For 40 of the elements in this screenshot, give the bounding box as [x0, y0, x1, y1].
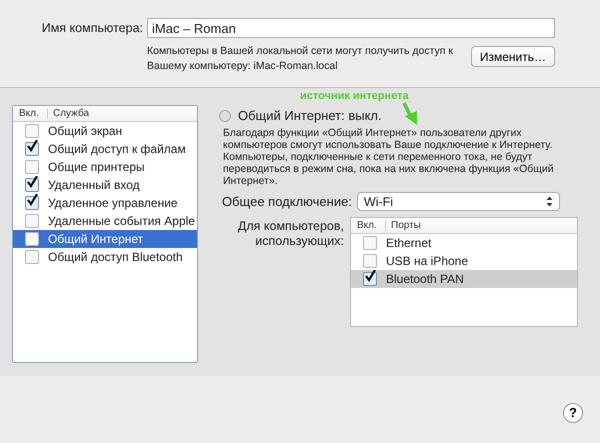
- checkbox[interactable]: [363, 272, 377, 286]
- checkbox[interactable]: [25, 196, 39, 210]
- name-field[interactable]: iMac – Roman: [147, 18, 555, 38]
- annotation-label: источник интернета: [300, 90, 409, 102]
- updown-arrows-icon: [546, 196, 553, 207]
- checkbox[interactable]: [25, 160, 39, 174]
- list-row[interactable]: Bluetooth PAN: [351, 270, 577, 288]
- annotation-arrow: [402, 102, 420, 126]
- checkbox[interactable]: [363, 254, 377, 268]
- list-row[interactable]: Общий доступ Bluetooth: [13, 248, 197, 266]
- column-header[interactable]: Вкл.: [351, 220, 385, 231]
- column-header[interactable]: Вкл.: [13, 108, 47, 119]
- checkbox[interactable]: [25, 232, 39, 246]
- radio-button[interactable]: [219, 110, 231, 122]
- list-row[interactable]: Общие принтеры: [13, 158, 197, 176]
- field-label: Общее подключение:: [222, 194, 352, 209]
- status-label: Общий Интернет: выкл.: [238, 108, 382, 123]
- connection-popup[interactable]: Wi-Fi: [356, 192, 560, 211]
- list-row[interactable]: Удаленные события Apple: [13, 212, 197, 230]
- list-row[interactable]: Удаленное управление: [13, 194, 197, 212]
- list-row[interactable]: Общий доступ к файлам: [13, 140, 197, 158]
- checkbox[interactable]: [363, 236, 377, 250]
- column-header[interactable]: Порты: [385, 220, 551, 231]
- column-header[interactable]: Служба: [47, 108, 197, 119]
- list-row[interactable]: Общий экран: [13, 122, 197, 140]
- list-row[interactable]: Удаленный вход: [13, 176, 197, 194]
- help-button[interactable]: ?: [563, 403, 583, 423]
- edit-button[interactable]: Изменить…: [470, 46, 555, 67]
- description-text: Благодаря функции «Общий Интернет» пользователи других компьютеров смогут использовать Ваше подключение к Интернету. Компьютеры, подключенные к сети переменного тока, не будут переводиться в режим сна, пока на них включена функция «Общий Интернет».: [223, 127, 555, 187]
- checkbox[interactable]: [25, 124, 39, 138]
- list-row[interactable]: USB на iPhone: [351, 252, 577, 270]
- list-row[interactable]: Ethernet: [351, 234, 577, 252]
- field-label: Для компьютеров, использующих:: [236, 218, 344, 250]
- list-row[interactable]: Общий Интернет: [13, 230, 197, 248]
- address-note: Компьютеры в Вашей локальной сети могут получить доступ к Вашему компьютеру: iMac-Roman.local: [147, 44, 454, 74]
- field-label: Имя компьютера:: [40, 21, 143, 35]
- checkbox[interactable]: [25, 250, 39, 264]
- checkbox[interactable]: [25, 142, 39, 156]
- checkbox[interactable]: [25, 214, 39, 228]
- checkbox[interactable]: [25, 178, 39, 192]
